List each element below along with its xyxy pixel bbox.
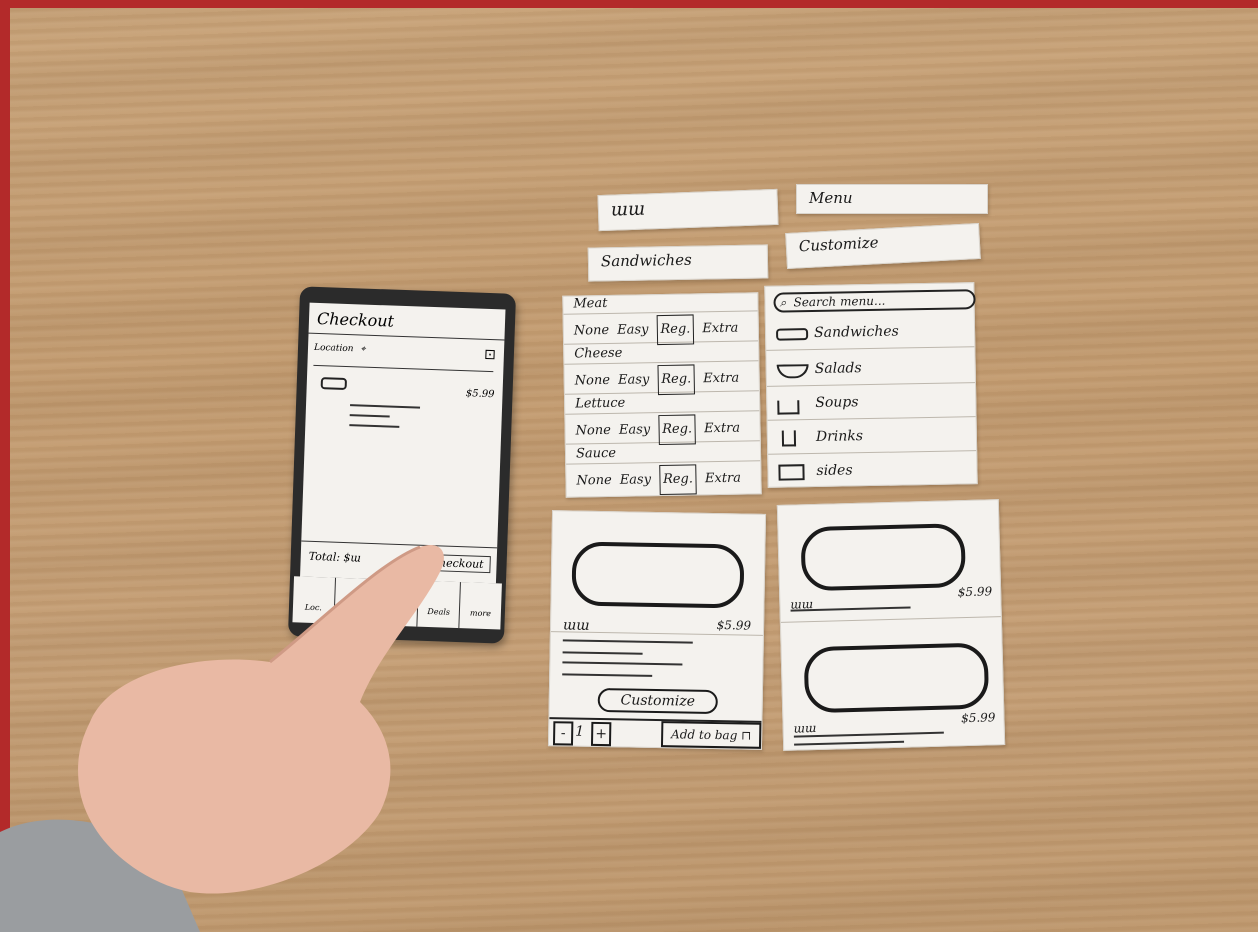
menu-item-sandwiches[interactable]: Sandwiches [765,313,975,351]
option-none[interactable]: None [575,367,611,396]
item-detail-card: ɯɯ $5.99 Customize - 1 + Add to bag ⊓ [547,510,767,750]
menu-item-label: sides [816,462,853,479]
option-reg[interactable]: Reg. [657,414,697,446]
item-price: $5.99 [465,388,495,401]
lettuce-options: None Easy Reg. Extra [565,413,760,446]
option-reg[interactable]: Reg. [656,314,695,346]
page-title: Checkout [316,308,395,331]
list-item[interactable]: ɯɯ $5.99 [777,500,1001,623]
menu-strip: Menu [796,184,988,214]
shop-bag-icon[interactable]: ⊡ [484,347,496,363]
option-none[interactable]: None [576,467,612,496]
sandwich-image [803,642,990,714]
quantity-minus-button[interactable]: - [552,721,574,746]
item-name-scribble: ɯɯ [793,720,817,736]
section-cheese-title: Cheese [564,343,759,365]
option-easy[interactable]: Easy [620,466,652,495]
add-to-bag-label: Add to bag [670,727,738,743]
sandwich-list-card: ɯɯ $5.99 ɯɯ $5.99 [776,499,1006,751]
option-easy[interactable]: Easy [618,366,650,395]
sandwiches-strip: Sandwiches [587,244,769,282]
search-placeholder: Search menu... [793,293,886,310]
sides-icon [778,464,805,481]
section-meat-title: Meat [563,293,758,315]
option-reg[interactable]: Reg. [658,464,698,496]
salad-bowl-icon [776,364,809,379]
pointing-hand [0,544,444,932]
search-input[interactable]: ⌕ Search menu... [773,289,976,313]
option-extra[interactable]: Extra [703,365,739,394]
option-extra[interactable]: Extra [704,415,740,444]
quantity-plus-button[interactable]: + [590,721,612,747]
cheese-options: None Easy Reg. Extra [564,363,759,396]
option-extra[interactable]: Extra [702,315,738,344]
menu-item-label: Soups [815,394,859,411]
item-price: $5.99 [960,710,996,726]
sauce-options: None Easy Reg. Extra [566,463,760,496]
sandwich-image [800,523,967,592]
customize-card: Meat None Easy Reg. Extra Cheese None Easy Re… [562,292,762,498]
menu-card: ⌕ Search menu... Sandwiches Salads Soups… [764,282,978,489]
scribble-strip: ɯɯ [597,188,779,232]
bag-icon: ⊓ [741,728,752,743]
location-field[interactable]: Location ⌖ [313,342,495,373]
menu-item-soups[interactable]: Soups [767,383,976,421]
menu-item-label: Drinks [815,428,864,445]
menu-item-sides[interactable]: sides [768,451,977,489]
search-icon: ⌕ [779,295,787,310]
soup-cup-icon [777,400,800,415]
menu-item-drinks[interactable]: Drinks [767,417,977,455]
location-label: Location [313,342,354,355]
customize-button[interactable]: Customize [597,687,718,715]
menu-item-label: Sandwiches [813,323,899,341]
menu-item-label: Salads [814,360,862,377]
drink-cup-icon [781,430,797,447]
option-none[interactable]: None [575,417,611,446]
item-price: $5.99 [957,584,993,600]
list-item[interactable]: ɯɯ $5.99 [781,618,1004,748]
sandwich-icon [776,328,809,341]
item-price: $5.99 [716,618,752,633]
option-reg[interactable]: Reg. [657,364,696,396]
meat-options: None Easy Reg. Extra [563,313,759,346]
option-easy[interactable]: Easy [619,416,651,445]
option-easy[interactable]: Easy [617,316,649,345]
section-lettuce-title: Lettuce [565,393,760,415]
menu-item-salads[interactable]: Salads [766,349,975,387]
add-to-bag-button[interactable]: Add to bag ⊓ [660,721,762,749]
sandwich-icon [320,377,348,391]
quantity-value: 1 [575,723,585,740]
section-sauce-title: Sauce [565,443,761,465]
option-extra[interactable]: Extra [705,465,741,494]
sandwich-image [571,541,745,609]
option-none[interactable]: None [574,317,610,346]
location-pin-icon: ⌖ [360,344,366,355]
